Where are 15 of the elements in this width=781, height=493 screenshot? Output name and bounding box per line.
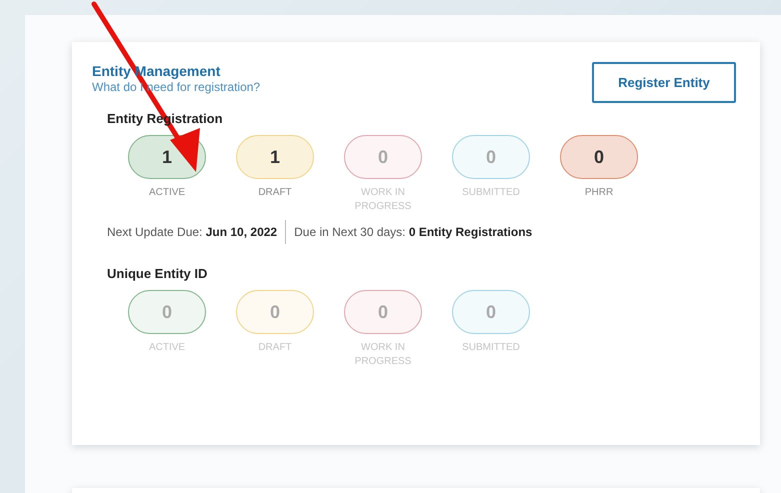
status-label: WORK IN PROGRESS [354, 186, 412, 214]
status-label: SUBMITTED [461, 186, 521, 200]
status-label: ACTIVE [148, 186, 186, 200]
status-count-pill[interactable]: 1 [236, 135, 314, 179]
section-heading: Unique Entity ID [107, 266, 208, 281]
status-count-pill[interactable]: 0 [560, 135, 638, 179]
status-label: ACTIVE [148, 341, 186, 355]
status-label: WORK IN PROGRESS [354, 341, 412, 369]
info-text: Due in Next 30 days: 0 Entity Registrations [294, 225, 532, 239]
info-text: Next Update Due: Jun 10, 2022 [107, 225, 278, 239]
status-label: DRAFT [257, 186, 293, 200]
status-label: DRAFT [257, 341, 293, 355]
status-label: SUBMITTED [461, 341, 521, 355]
register-button[interactable]: Register Entity [592, 62, 736, 103]
status-label: PHRR [584, 186, 614, 200]
